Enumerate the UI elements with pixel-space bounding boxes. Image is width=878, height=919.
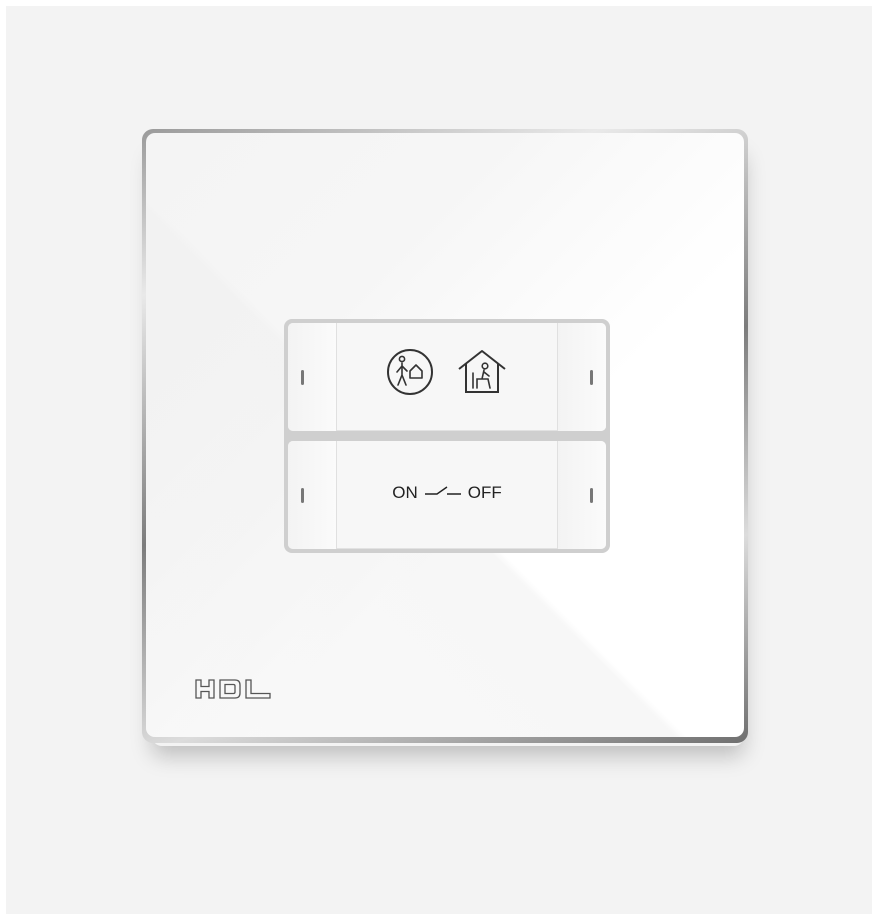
indicator-led-left [301, 488, 304, 503]
person-leaving-home-icon [385, 347, 435, 402]
scene-key-right-segment[interactable] [557, 323, 606, 431]
indicator-led-left [301, 370, 304, 385]
on-off-key-left-segment[interactable] [288, 441, 337, 549]
scene-key[interactable] [288, 323, 606, 431]
scene-key-face[interactable] [338, 323, 556, 431]
on-off-key[interactable]: ON OFF [288, 441, 606, 549]
on-off-key-face[interactable]: ON OFF [338, 441, 556, 549]
person-at-home-icon [455, 347, 509, 402]
switch-icon [424, 483, 462, 503]
on-off-key-right-segment[interactable] [557, 441, 606, 549]
brand-logo [195, 679, 271, 704]
keypad: ON OFF [284, 319, 610, 553]
indicator-led-right [590, 370, 593, 385]
scene-key-left-segment[interactable] [288, 323, 337, 431]
on-label: ON [392, 483, 418, 502]
off-label: OFF [467, 483, 502, 502]
indicator-led-right [590, 488, 593, 503]
